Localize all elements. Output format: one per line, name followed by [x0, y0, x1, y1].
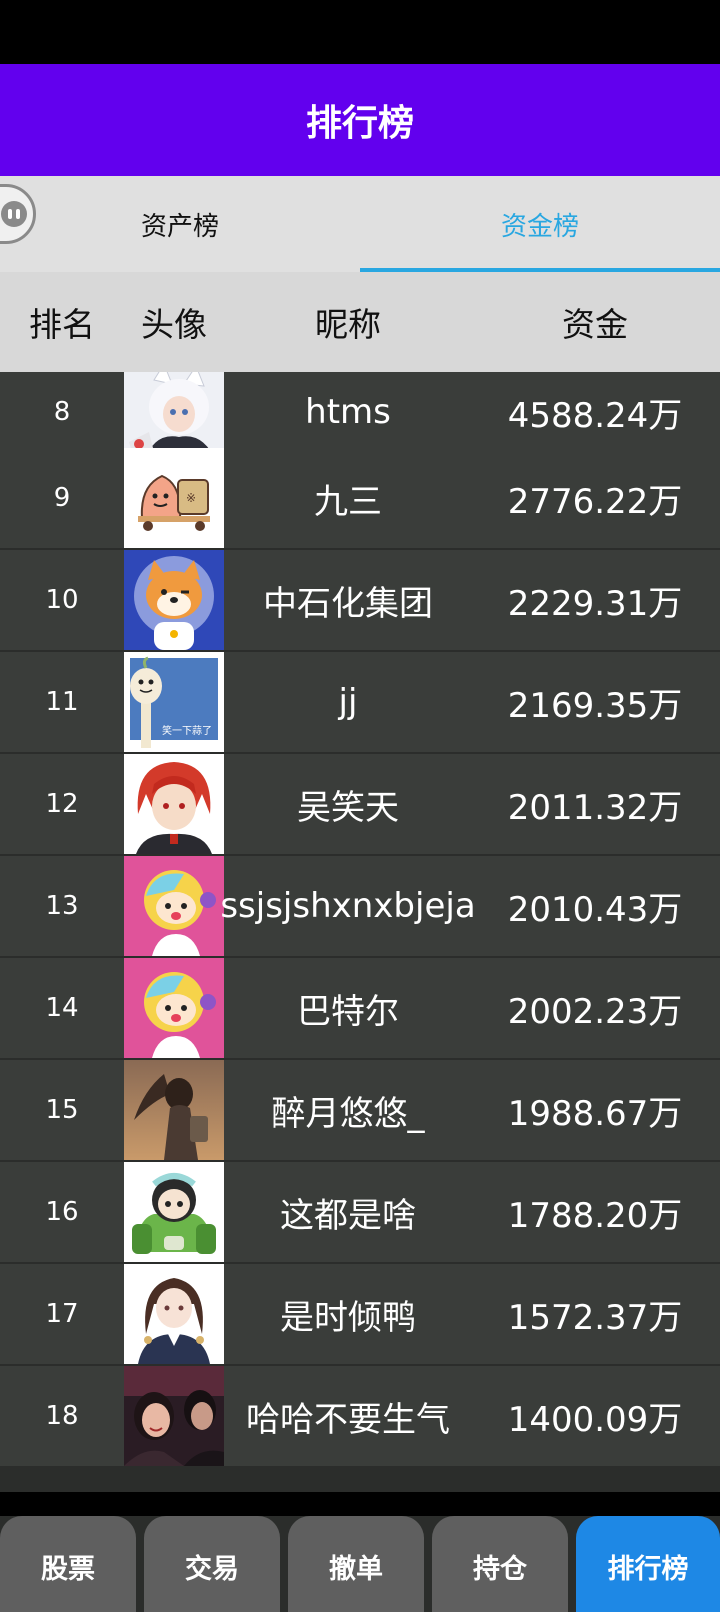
funds-cell: 2002.23万	[507, 991, 683, 1032]
column-header-row: 排名 头像 昵称 资金	[0, 272, 720, 372]
rank-cell: 11	[45, 687, 79, 717]
avatar	[124, 1366, 224, 1466]
column-header-avatar: 头像	[141, 305, 207, 344]
nickname-cell: 中石化集团	[263, 583, 433, 624]
table-row[interactable]: 15 醉月悠悠_ 1988.67万	[0, 1060, 720, 1160]
svg-text:※: ※	[186, 491, 196, 505]
rank-cell: 17	[45, 1299, 79, 1329]
table-row[interactable]: 16 这都是啥 1788.20万	[0, 1162, 720, 1262]
funds-cell: 2010.43万	[507, 889, 683, 930]
nickname-cell: 九三	[314, 481, 382, 522]
funds-cell: 1400.09万	[507, 1399, 683, 1440]
table-row[interactable]: 17 是时倾鸭 1572.37万	[0, 1264, 720, 1364]
nickname-cell: 吴笑天	[297, 787, 399, 828]
funds-cell: 2776.22万	[507, 481, 683, 522]
funds-cell: 1988.67万	[507, 1093, 683, 1134]
page-title: 排行榜	[0, 64, 720, 176]
avatar	[124, 1060, 224, 1160]
rank-cell: 12	[45, 789, 79, 819]
screen: 排行榜 资产榜 资金榜 排名 头像 昵称 资金 8 htms 4588.24万 …	[0, 0, 720, 1612]
nav-leaderboard-button[interactable]: 排行榜	[576, 1516, 720, 1612]
nickname-cell: 这都是啥	[280, 1195, 416, 1236]
rank-cell: 10	[45, 585, 79, 615]
status-bar	[0, 0, 720, 64]
table-row[interactable]: 18 哈哈不要生气 1400.09万	[0, 1366, 720, 1466]
table-row[interactable]: 11 笑一下蒜了 jj 2169.35万	[0, 652, 720, 752]
avatar: 笑一下蒜了	[124, 652, 224, 752]
avatar	[124, 1162, 224, 1262]
tab-assets[interactable]: 资产榜	[0, 176, 360, 272]
column-header-funds: 资金	[562, 305, 628, 344]
table-row[interactable]: 14 巴特尔 2002.23万	[0, 958, 720, 1058]
funds-cell: 1572.37万	[507, 1297, 683, 1338]
rank-cell: 13	[45, 891, 79, 921]
avatar: ※	[124, 448, 224, 548]
funds-cell: 2169.35万	[507, 685, 683, 726]
rank-cell: 15	[45, 1095, 79, 1125]
tab-bar: 资产榜 资金榜	[0, 176, 720, 272]
funds-cell: 1788.20万	[507, 1195, 683, 1236]
tab-funds[interactable]: 资金榜	[360, 176, 720, 272]
rank-cell: 18	[45, 1401, 79, 1431]
nav-positions-button[interactable]: 持仓	[432, 1516, 568, 1612]
column-header-rank: 排名	[29, 305, 95, 344]
nav-stocks-button[interactable]: 股票	[0, 1516, 136, 1612]
bottom-nav: 股票 交易 撤单 持仓 排行榜	[0, 1516, 720, 1612]
ranking-list[interactable]: 8 htms 4588.24万 9 ※ 九三 2776.22万 10 中石化集团…	[0, 372, 720, 1492]
rank-cell: 14	[45, 993, 79, 1023]
nav-cancel-order-button[interactable]: 撤单	[288, 1516, 424, 1612]
avatar-caption: 笑一下蒜了	[162, 724, 212, 737]
avatar	[124, 754, 224, 854]
nickname-cell: jj	[338, 682, 358, 722]
table-row[interactable]: 9 ※ 九三 2776.22万	[0, 448, 720, 548]
avatar	[124, 1264, 224, 1364]
table-row[interactable]: 13 ssjsjshxnxbjeja 2010.43万	[0, 856, 720, 956]
table-row[interactable]: 12 吴笑天 2011.32万	[0, 754, 720, 854]
nickname-cell: 醉月悠悠_	[271, 1093, 425, 1134]
funds-cell: 2229.31万	[507, 583, 683, 624]
avatar	[124, 958, 224, 1058]
rank-cell: 9	[53, 483, 71, 513]
nickname-cell: 哈哈不要生气	[246, 1399, 450, 1440]
avatar	[124, 550, 224, 650]
column-header-nickname: 昵称	[315, 305, 381, 344]
avatar	[124, 856, 224, 956]
nickname-cell: ssjsjshxnxbjeja	[220, 886, 476, 926]
rank-cell: 16	[45, 1197, 79, 1227]
nav-trade-button[interactable]: 交易	[144, 1516, 280, 1612]
pause-icon	[1, 201, 27, 227]
nickname-cell: 是时倾鸭	[280, 1297, 416, 1338]
nickname-cell: 巴特尔	[297, 991, 399, 1032]
funds-cell: 2011.32万	[507, 787, 683, 828]
table-row[interactable]: 10 中石化集团 2229.31万	[0, 550, 720, 650]
